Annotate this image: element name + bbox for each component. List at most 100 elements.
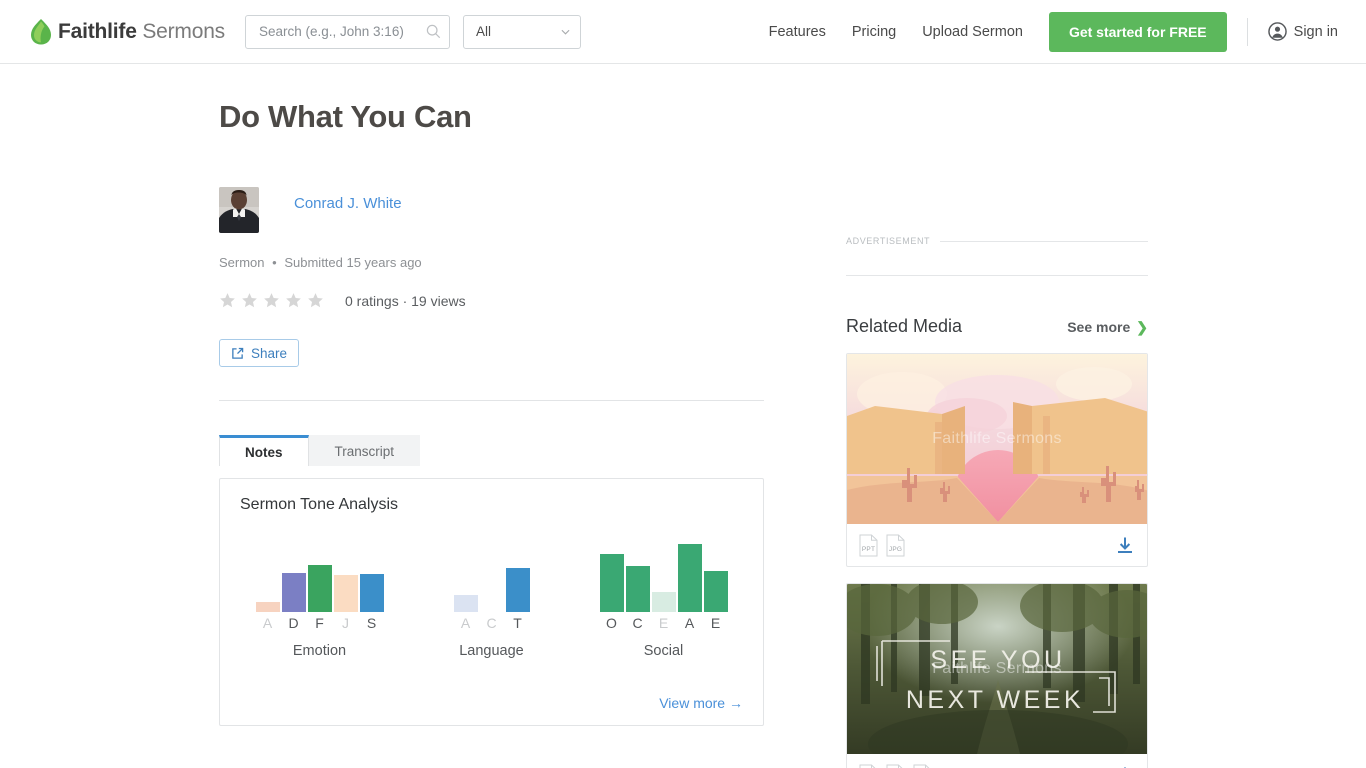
tone-bars-emotion — [255, 536, 384, 612]
get-started-button[interactable]: Get started for FREE — [1048, 11, 1227, 52]
bar-social-4[interactable] — [703, 571, 728, 612]
tone-letter-language-1: C — [486, 615, 497, 631]
bar-social-3[interactable] — [677, 544, 702, 612]
star-icon[interactable] — [219, 292, 236, 309]
tone-bars-language — [453, 536, 530, 612]
tone-letter-social-0: O — [606, 615, 617, 631]
tone-letter-emotion-1: D — [288, 615, 299, 631]
media-thumbnail[interactable]: SEE YOU NEXT WEEK Faithlife Sermons — [847, 584, 1147, 754]
search-box[interactable] — [244, 14, 450, 49]
star-icon[interactable] — [263, 292, 280, 309]
tone-letter-emotion-0: A — [262, 615, 273, 631]
forest-path-photo: SEE YOU NEXT WEEK — [847, 584, 1147, 754]
site-header: Faithlife Sermons All Features Pricing U… — [0, 0, 1366, 64]
file-icon — [886, 764, 903, 768]
tone-group-label-social: Social — [643, 643, 684, 659]
tab-transcript[interactable]: Transcript — [308, 435, 421, 466]
sign-in-link[interactable]: Sign in — [1267, 22, 1338, 41]
account-circle-icon — [1267, 22, 1287, 41]
tone-labels-emotion: A D F J S — [256, 615, 384, 631]
tab-notes[interactable]: Notes — [219, 435, 309, 466]
see-more-link[interactable]: See more ❯ — [1067, 319, 1148, 336]
flame-leaf-logo-icon — [31, 18, 51, 44]
search-input[interactable] — [256, 23, 426, 40]
tone-labels-language: A C T — [454, 615, 530, 631]
tone-letter-social-3: A — [684, 615, 695, 631]
star-rating[interactable] — [219, 292, 329, 309]
search-icon[interactable] — [426, 24, 441, 39]
star-icon[interactable] — [285, 292, 302, 309]
tone-letter-emotion-2: F — [315, 615, 324, 631]
media-thumbnail[interactable]: Faithlife Sermons — [847, 354, 1147, 524]
site-logo[interactable]: Faithlife Sermons — [30, 18, 225, 45]
file-type-badge: JPG — [886, 534, 905, 557]
nav-item-upload-sermon[interactable]: Upload Sermon — [922, 24, 1023, 40]
nav-item-features[interactable]: Features — [769, 24, 826, 40]
author-row: Conrad J. White — [219, 187, 764, 233]
tone-group-social: O C E A E Social — [599, 536, 728, 659]
nav-item-pricing[interactable]: Pricing — [852, 24, 896, 40]
bar-emotion-4[interactable] — [359, 574, 384, 612]
bar-social-1[interactable] — [625, 566, 650, 612]
tone-letter-social-1: C — [632, 615, 643, 631]
section-divider — [219, 400, 764, 401]
sermon-tone-analysis-card: Sermon Tone Analysis A D F J S Emotion A… — [219, 478, 764, 726]
avatar[interactable] — [219, 187, 259, 233]
view-more-link[interactable]: View more → — [659, 695, 743, 711]
tone-letter-social-2: E — [658, 615, 669, 631]
bar-emotion-2[interactable] — [307, 565, 332, 612]
sermon-main-column: Do What You Can Conrad J. White Sermon •… — [219, 64, 764, 726]
file-icon — [913, 764, 930, 768]
svg-text:NEXT WEEK: NEXT WEEK — [906, 686, 1084, 714]
related-media-header: Related Media See more ❯ — [846, 316, 1148, 337]
media-card: SEE YOU NEXT WEEK Faithlife Sermons PSD — [846, 583, 1148, 768]
tone-group-label-emotion: Emotion — [292, 643, 347, 659]
file-type-badge: JPG — [913, 764, 932, 768]
content-tabs: Notes Transcript — [219, 435, 764, 466]
media-card: Faithlife Sermons PPT JPG — [846, 353, 1148, 567]
primary-nav: Features Pricing Upload Sermon Get start… — [769, 11, 1366, 52]
tone-group-emotion: A D F J S Emotion — [255, 536, 384, 659]
tone-labels-social: O C E A E — [600, 615, 728, 631]
media-card-footer: PSD PPT JPG 15 items — [847, 754, 1147, 768]
author-name-link[interactable]: Conrad J. White — [294, 195, 402, 212]
tone-letter-emotion-3: J — [342, 615, 349, 631]
rating-row: 0 ratings · 19 views — [219, 292, 764, 309]
tone-group-label-language: Language — [459, 643, 524, 659]
tone-letter-language-2: T — [513, 615, 522, 631]
media-card-footer: PPT JPG — [847, 524, 1147, 566]
bar-emotion-3[interactable] — [333, 575, 358, 612]
tone-letter-social-4: E — [710, 615, 721, 631]
bar-emotion-0[interactable] — [255, 602, 280, 612]
download-icon[interactable] — [1115, 535, 1135, 555]
chevron-down-icon — [561, 29, 570, 35]
tone-chart: A D F J S Emotion A C T Language O C E A… — [240, 536, 743, 659]
advertisement-header: ADVERTISEMENT — [846, 236, 1148, 246]
share-button[interactable]: Share — [219, 339, 300, 367]
tone-letter-language-0: A — [460, 615, 471, 631]
search-scope-select[interactable]: All — [462, 14, 581, 49]
search-scope-value: All — [475, 24, 491, 39]
advertisement-rule-bottom — [846, 275, 1148, 276]
star-icon[interactable] — [241, 292, 258, 309]
bar-social-2[interactable] — [651, 592, 676, 612]
star-icon[interactable] — [307, 292, 324, 309]
file-type-badge: PSD — [859, 764, 878, 768]
share-label: Share — [251, 345, 288, 361]
page-body: Do What You Can Conrad J. White Sermon •… — [0, 64, 1366, 768]
file-type-label: PPT — [861, 545, 876, 553]
bar-language-0[interactable] — [453, 595, 478, 612]
external-link-icon — [232, 347, 244, 359]
bar-emotion-1[interactable] — [281, 573, 306, 612]
sign-in-label: Sign in — [1293, 23, 1338, 40]
file-type-badge: PPT — [859, 534, 878, 557]
file-icon — [859, 764, 876, 768]
bar-language-2[interactable] — [505, 568, 530, 612]
bar-social-0[interactable] — [599, 554, 624, 612]
sermon-meta: Sermon • Submitted 15 years ago — [219, 255, 764, 270]
tone-letter-emotion-4: S — [366, 615, 377, 631]
advertisement-label: ADVERTISEMENT — [846, 236, 931, 246]
sermon-submitted: Submitted 15 years ago — [284, 255, 422, 270]
logo-light-text: Sermons — [136, 19, 225, 43]
file-type-badge: PPT — [886, 764, 905, 768]
